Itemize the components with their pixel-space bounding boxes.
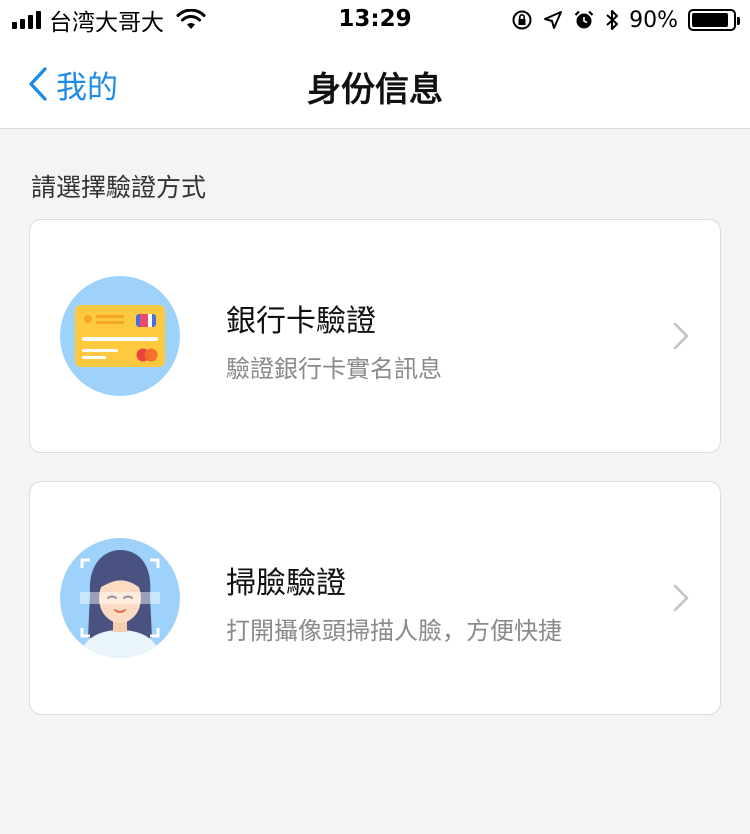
option-description: 打開攝像頭掃描人臉，方便快捷 xyxy=(226,617,562,645)
chevron-right-icon xyxy=(673,584,689,612)
navigation-bar: 我的 身份信息 xyxy=(0,40,750,129)
status-bar: 台湾大哥大 13:29 90% xyxy=(0,0,750,40)
option-description: 驗證銀行卡實名訊息 xyxy=(226,355,442,383)
chevron-right-icon xyxy=(673,322,689,350)
option-title: 掃臉驗證 xyxy=(226,566,346,601)
battery-icon xyxy=(688,9,740,31)
bank-card-icon xyxy=(60,276,180,396)
bank-card-verification-option[interactable]: 銀行卡驗證 驗證銀行卡實名訊息 xyxy=(29,219,721,453)
wifi-icon xyxy=(176,9,206,29)
face-scan-verification-option[interactable]: 掃臉驗證 打開攝像頭掃描人臉，方便快捷 xyxy=(29,481,721,715)
status-right: 90% xyxy=(511,6,740,34)
page-title: 身份信息 xyxy=(307,70,443,110)
face-scan-icon xyxy=(60,538,180,658)
section-label: 請選擇驗證方式 xyxy=(31,173,207,202)
battery-percentage: 90% xyxy=(629,7,678,33)
carrier-name: 台湾大哥大 xyxy=(49,10,164,36)
signal-strength-icon xyxy=(12,11,41,29)
orientation-lock-icon xyxy=(512,10,532,30)
bluetooth-icon xyxy=(606,10,619,30)
status-left: 台湾大哥大 xyxy=(12,6,206,36)
alarm-clock-icon xyxy=(574,10,594,29)
location-arrow-icon xyxy=(544,11,563,29)
battery-cap xyxy=(737,17,740,25)
option-title: 銀行卡驗證 xyxy=(226,304,376,339)
battery-level-fill xyxy=(692,13,728,27)
